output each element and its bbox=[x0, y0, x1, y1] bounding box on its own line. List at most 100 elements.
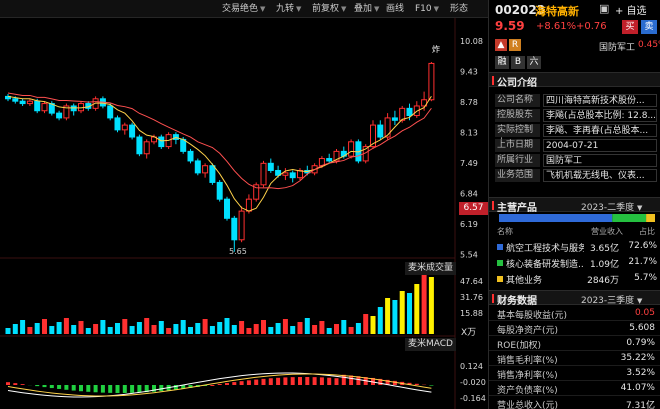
macd-bar bbox=[312, 377, 317, 385]
volume-bar bbox=[297, 322, 303, 334]
macd-bar bbox=[319, 377, 324, 385]
sector-name[interactable]: 国防军工 bbox=[599, 40, 635, 53]
finance-section-title[interactable]: 财务数据 2023-三季度 ▼ bbox=[489, 290, 660, 307]
volume-bar bbox=[151, 325, 157, 334]
toolbar-button-pattern[interactable]: 形态 bbox=[450, 2, 468, 16]
macd-bar bbox=[93, 385, 98, 393]
macd-bar bbox=[327, 377, 332, 385]
volume-bar bbox=[261, 320, 266, 334]
candle bbox=[209, 165, 216, 183]
toolbar-button-nine-turn[interactable]: 九转 ▼ bbox=[276, 2, 301, 16]
tag-margin[interactable]: 融 bbox=[495, 56, 509, 69]
macd-bar bbox=[100, 385, 105, 393]
buy-button[interactable]: 买 bbox=[622, 20, 638, 34]
chevron-down-icon: ▼ bbox=[260, 5, 266, 13]
volume-panel-title[interactable]: 麦米成交量 bbox=[405, 262, 457, 275]
finance-row: ROE(加权) 0.79% bbox=[489, 336, 660, 351]
volume-bar bbox=[209, 326, 215, 334]
candle bbox=[348, 141, 355, 157]
volume-bar bbox=[12, 324, 18, 334]
company-row: 公司名称 四川海特高新技术股份... bbox=[489, 93, 660, 108]
hot-icon[interactable]: ▲ bbox=[495, 39, 507, 51]
volume-axis-label: 15.88 bbox=[460, 309, 483, 318]
products-period-select[interactable]: 2023-二季度 ▼ bbox=[581, 200, 642, 213]
macd-bar bbox=[64, 385, 69, 390]
macd-bar bbox=[290, 377, 295, 385]
macd-bar bbox=[210, 385, 215, 386]
candle bbox=[289, 172, 296, 179]
candle bbox=[187, 150, 194, 162]
candle bbox=[114, 117, 121, 131]
stock-name: 海特高新 bbox=[535, 5, 579, 18]
volume-bar bbox=[326, 328, 332, 334]
toolbar-button-trade-color[interactable]: 交易绝色 ▼ bbox=[222, 2, 265, 16]
macd-bar bbox=[225, 383, 229, 385]
volume-axis-label: 47.64 bbox=[460, 277, 483, 286]
volume-bar bbox=[239, 321, 245, 334]
volume-bar bbox=[319, 321, 325, 334]
sell-button[interactable]: 卖 bbox=[641, 20, 657, 34]
candle bbox=[41, 103, 48, 112]
volume-bar bbox=[188, 327, 193, 334]
volume-bar bbox=[290, 326, 296, 334]
legend-swatch bbox=[497, 244, 503, 250]
candle bbox=[238, 210, 245, 241]
kline-chart[interactable]: 10.08 9.43 8.78 8.13 7.49 6.84 6.19 5.54 47.64 31… bbox=[0, 18, 488, 409]
chevron-down-icon: ▼ bbox=[637, 204, 643, 212]
candle bbox=[34, 100, 41, 112]
volume-bar bbox=[180, 320, 186, 334]
volume-bar bbox=[399, 291, 405, 334]
toolbar-button-draw[interactable]: 画线 bbox=[386, 2, 404, 16]
chevron-down-icon: ▼ bbox=[341, 5, 347, 13]
candle bbox=[56, 112, 63, 119]
volume-bar bbox=[136, 322, 142, 334]
product-row[interactable]: 核心装备研发制造... 1.09亿 21.7% bbox=[489, 256, 660, 270]
stock-tags: 融 B 六 bbox=[489, 56, 660, 70]
product-row[interactable]: 其他业务 2846万 5.7% bbox=[489, 272, 660, 286]
volume-bar bbox=[144, 318, 150, 334]
macd-bar bbox=[232, 382, 237, 385]
finance-period-select[interactable]: 2023-三季度 ▼ bbox=[581, 293, 642, 306]
macd-bar bbox=[341, 374, 346, 385]
toolbar-button-f10[interactable]: F10 ▼ bbox=[415, 2, 439, 16]
volume-bar bbox=[122, 319, 128, 334]
toolbar-button-overlay[interactable]: 叠加 ▼ bbox=[354, 2, 379, 16]
tag-six[interactable]: 六 bbox=[527, 56, 541, 69]
tag-b[interactable]: B bbox=[511, 56, 525, 69]
add-watchlist-button[interactable]: + 自选 bbox=[615, 2, 647, 17]
price-axis-label: 9.43 bbox=[460, 68, 478, 77]
candle bbox=[282, 172, 289, 176]
volume-bar bbox=[56, 322, 62, 334]
volume-bar bbox=[377, 307, 383, 334]
volume-bar bbox=[348, 327, 354, 334]
finance-row: 销售毛利率(%) 35.22% bbox=[489, 351, 660, 366]
macd-bar bbox=[239, 381, 244, 385]
macd-bar bbox=[71, 385, 76, 391]
company-section-title[interactable]: 公司介绍 bbox=[489, 72, 660, 89]
volume-bar bbox=[421, 275, 427, 334]
macd-axis-label: -0.164 bbox=[460, 394, 486, 403]
chart-toolbar: 交易绝色 ▼ 九转 ▼ 前复权 ▼ 叠加 ▼ 画线 F10 ▼ 形态 bbox=[0, 0, 488, 18]
volume-bar bbox=[231, 325, 237, 334]
products-section-title[interactable]: 主营产品 2023-二季度 ▼ bbox=[489, 197, 660, 214]
product-row[interactable]: 航空工程技术与服务 3.65亿 72.6% bbox=[489, 240, 660, 254]
candle bbox=[158, 136, 165, 148]
finance-row: 资产负债率(%) 41.07% bbox=[489, 381, 660, 396]
alarm-bell-icon[interactable]: ▣ bbox=[599, 2, 611, 15]
macd-bar bbox=[298, 377, 302, 385]
chevron-down-icon: ▼ bbox=[433, 5, 440, 13]
legend-swatch bbox=[497, 260, 503, 266]
toolbar-button-adjust[interactable]: 前复权 ▼ bbox=[312, 2, 346, 16]
macd-bar bbox=[35, 385, 40, 387]
volume-bar bbox=[334, 324, 339, 334]
rank-icon[interactable]: R bbox=[509, 39, 521, 51]
volume-unit: X万 bbox=[461, 328, 477, 338]
chevron-down-icon: ▼ bbox=[637, 297, 643, 305]
macd-bar bbox=[20, 384, 25, 385]
candle bbox=[129, 124, 136, 138]
macd-bar bbox=[261, 378, 266, 385]
macd-panel-title[interactable]: 麦米MACD bbox=[405, 338, 456, 351]
macd-bar bbox=[159, 385, 164, 392]
finance-row: 基本每股收益(元) 0.05 bbox=[489, 306, 660, 321]
volume-bar bbox=[275, 323, 281, 334]
